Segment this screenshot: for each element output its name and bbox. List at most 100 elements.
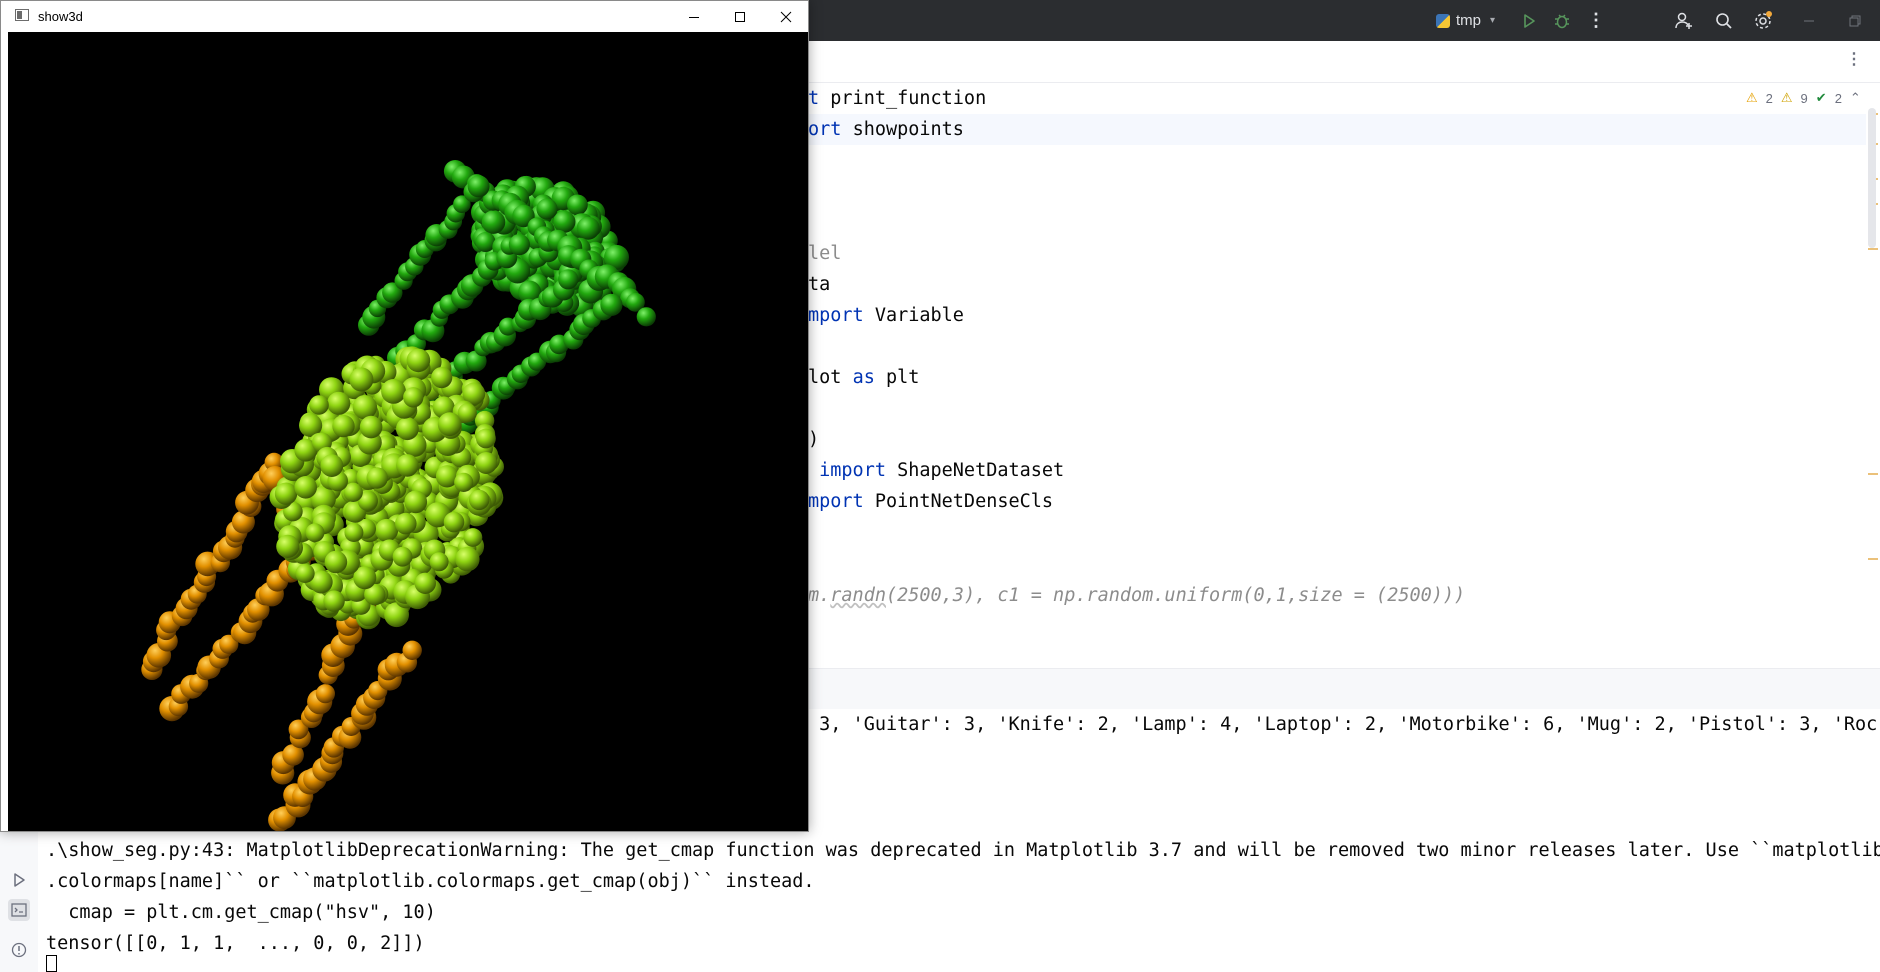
code-line[interactable]: import ShapeNetDataset bbox=[808, 455, 1064, 486]
editor-scrollbar-thumb[interactable] bbox=[1868, 108, 1876, 248]
code-line[interactable]: mport PointNetDenseCls bbox=[808, 486, 1053, 517]
point-sphere bbox=[475, 452, 498, 474]
point-sphere bbox=[323, 590, 345, 612]
console-line: tensor([[0, 1, 1, ..., 0, 0, 2]]) bbox=[46, 933, 425, 954]
point-sphere bbox=[315, 684, 335, 704]
maximize-icon bbox=[734, 11, 745, 22]
point-sphere bbox=[402, 640, 422, 660]
point-sphere bbox=[404, 490, 428, 514]
code-line[interactable]: t print_function bbox=[808, 83, 986, 114]
point-sphere bbox=[567, 194, 588, 216]
point-sphere bbox=[294, 476, 318, 499]
close-icon bbox=[780, 11, 791, 22]
point-sphere bbox=[457, 403, 477, 423]
weak-warning-count: 9 bbox=[1800, 90, 1808, 106]
point-sphere bbox=[431, 367, 453, 389]
console-cursor bbox=[46, 955, 57, 972]
inspection-widget[interactable]: ⚠2 ⚠9 ✔2 ⌃ ⌄ bbox=[1746, 89, 1880, 107]
point-sphere bbox=[359, 415, 383, 439]
terminal-icon[interactable] bbox=[8, 899, 30, 921]
point-cloud-viewport[interactable] bbox=[8, 32, 808, 831]
point-sphere bbox=[600, 293, 623, 316]
point-sphere bbox=[403, 387, 424, 408]
window-title-bar[interactable]: show3d bbox=[1, 1, 808, 32]
run-config-label: tmp bbox=[1456, 12, 1482, 29]
close-button[interactable] bbox=[763, 1, 808, 32]
debug-icon[interactable] bbox=[1549, 0, 1575, 41]
point-sphere bbox=[508, 234, 530, 256]
point-sphere bbox=[437, 412, 462, 437]
point-sphere bbox=[467, 175, 490, 198]
point-sphere bbox=[332, 414, 355, 438]
point-sphere bbox=[327, 391, 351, 415]
console-line: .\show_seg.py:43: MatplotlibDeprecationW… bbox=[46, 840, 1880, 861]
check-icon: ✔ bbox=[1815, 90, 1827, 105]
gutter-mark bbox=[1868, 248, 1878, 250]
point-sphere bbox=[381, 379, 406, 404]
show3d-window[interactable]: show3d bbox=[0, 0, 809, 832]
restore-icon[interactable] bbox=[1842, 0, 1868, 41]
point-sphere bbox=[469, 489, 490, 511]
run-config-selector[interactable]: tmp ▾ bbox=[1436, 0, 1495, 41]
point-sphere bbox=[406, 348, 431, 373]
run-icon[interactable] bbox=[1516, 0, 1542, 41]
point-sphere bbox=[455, 546, 480, 572]
point-sphere bbox=[375, 518, 399, 542]
point-sphere bbox=[274, 482, 298, 505]
gutter-mark bbox=[1868, 558, 1878, 560]
point-sphere bbox=[366, 467, 388, 489]
warning-icon: ⚠ bbox=[1746, 90, 1758, 105]
point-sphere bbox=[392, 546, 413, 567]
minimize-icon bbox=[688, 16, 699, 18]
console-line: .colormaps[name]`` or ``matplotlib.color… bbox=[46, 871, 815, 892]
add-user-icon[interactable] bbox=[1671, 0, 1697, 41]
app-window-icon bbox=[15, 9, 29, 21]
code-line[interactable]: lot as plt bbox=[808, 362, 919, 393]
more-vertical-icon[interactable]: ⋮ bbox=[1846, 49, 1862, 68]
point-sphere bbox=[276, 534, 300, 558]
point-sphere bbox=[395, 512, 417, 535]
point-sphere bbox=[396, 454, 419, 477]
problems-icon[interactable] bbox=[8, 939, 30, 961]
more-vertical-icon[interactable]: ⋮ bbox=[1583, 0, 1609, 41]
point-sphere bbox=[305, 523, 325, 543]
weak-warning-icon: ⚠ bbox=[1780, 90, 1793, 105]
point-sphere bbox=[553, 210, 576, 233]
point-sphere bbox=[636, 307, 656, 327]
code-line[interactable]: ta bbox=[808, 269, 830, 300]
point-sphere bbox=[536, 198, 558, 220]
point-sphere bbox=[576, 216, 600, 240]
ok-count: 2 bbox=[1834, 90, 1842, 106]
chevron-down-icon: ▾ bbox=[1490, 15, 1496, 26]
maximize-button[interactable] bbox=[717, 1, 762, 32]
gear-icon[interactable] bbox=[1750, 0, 1776, 41]
point-sphere bbox=[443, 511, 465, 533]
point-cloud-render bbox=[141, 160, 656, 831]
code-line[interactable]: ) bbox=[808, 424, 819, 455]
search-icon[interactable] bbox=[1711, 0, 1737, 41]
minimize-icon[interactable] bbox=[1796, 0, 1822, 41]
point-sphere bbox=[344, 523, 364, 542]
code-line[interactable]: mport Variable bbox=[808, 300, 964, 331]
chevron-up-icon[interactable]: ⌃ bbox=[1850, 90, 1861, 106]
point-sphere bbox=[476, 428, 496, 449]
point-sphere bbox=[481, 210, 506, 234]
point-sphere bbox=[320, 454, 344, 477]
point-sphere bbox=[295, 563, 315, 584]
console-line: cmap = plt.cm.get_cmap("hsv", 10) bbox=[46, 902, 436, 923]
code-line[interactable]: lel bbox=[808, 238, 841, 269]
minimize-button[interactable] bbox=[671, 1, 716, 32]
point-sphere bbox=[349, 367, 374, 392]
point-sphere bbox=[454, 472, 474, 492]
window-title: show3d bbox=[38, 9, 83, 24]
warning-count: 2 bbox=[1765, 90, 1773, 106]
point-sphere bbox=[558, 269, 579, 290]
python-icon bbox=[1436, 13, 1450, 28]
code-line-comment[interactable]: m.randn(2500,3), c1 = np.random.uniform(… bbox=[808, 580, 1465, 611]
run-tool-icon[interactable] bbox=[8, 869, 30, 891]
console-line: 3, 'Guitar': 3, 'Knife': 2, 'Lamp': 4, '… bbox=[808, 714, 1878, 735]
point-sphere bbox=[414, 572, 436, 594]
point-sphere bbox=[463, 528, 483, 547]
gutter-mark bbox=[1868, 473, 1878, 475]
point-sphere bbox=[324, 550, 348, 574]
